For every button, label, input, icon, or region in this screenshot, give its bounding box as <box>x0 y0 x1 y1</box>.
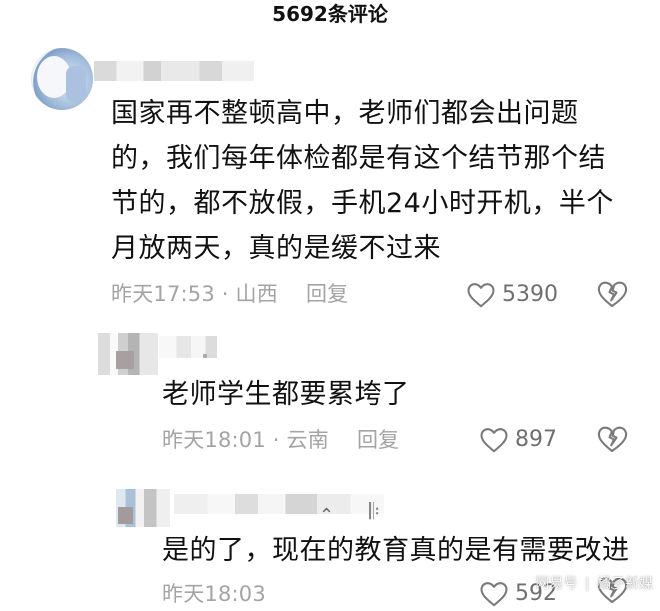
small-mark <box>203 354 207 358</box>
like-count: 5390 <box>502 281 558 307</box>
like-control[interactable]: 5390 <box>466 276 558 312</box>
broken-heart-icon[interactable] <box>596 279 628 308</box>
watermark-separator: | <box>584 576 590 592</box>
avatar[interactable] <box>31 48 93 110</box>
comment-meta: 昨天17:53 · 山西 回复 <box>111 275 348 311</box>
like-count: 897 <box>515 426 557 452</box>
blurred-reply-username <box>174 494 384 514</box>
reply-meta: 昨天18:01 · 云南 回复 <box>162 421 399 457</box>
broken-heart-icon[interactable] <box>596 424 628 453</box>
like-control[interactable]: 897 <box>479 421 557 457</box>
watermark-right: 橘子新媒 <box>597 576 653 592</box>
reply-avatar[interactable] <box>116 489 170 527</box>
reply-time-location: 昨天18:01 · 云南 <box>162 428 329 452</box>
reply-meta: 昨天18:03 <box>162 575 294 611</box>
reply-button[interactable]: 回复 <box>306 278 348 308</box>
blurred-username <box>94 61 254 81</box>
heart-outline-icon[interactable] <box>479 426 509 453</box>
heart-outline-icon[interactable] <box>479 580 509 607</box>
reply-button[interactable]: 回复 <box>357 424 399 454</box>
reply-text: 老师学生都要累垮了 <box>162 379 410 410</box>
blurred-reply-username <box>159 336 217 358</box>
watermark-left: 网易号 <box>535 576 578 592</box>
avatar-figure <box>66 66 86 102</box>
heart-outline-icon[interactable] <box>466 281 496 308</box>
comments-count-title: 5692条评论 <box>272 2 388 26</box>
comment-time-location: 昨天17:53 · 山西 <box>111 282 278 306</box>
reply-time-location: 昨天18:03 <box>162 582 266 606</box>
watermark: 网易号 | 橘子新媒 <box>535 573 653 593</box>
reply-avatar[interactable] <box>98 333 158 375</box>
reply-text: 是的了，现在的教育真的是有需要改进 <box>162 535 630 566</box>
small-mark: ⌃ <box>319 505 335 526</box>
small-mark: 𝄆 <box>369 500 380 525</box>
comment-text: 国家再不整顿高中，老师们都会出问题 的，我们每年体检都是有这个结节那个结 节的，… <box>111 98 614 264</box>
